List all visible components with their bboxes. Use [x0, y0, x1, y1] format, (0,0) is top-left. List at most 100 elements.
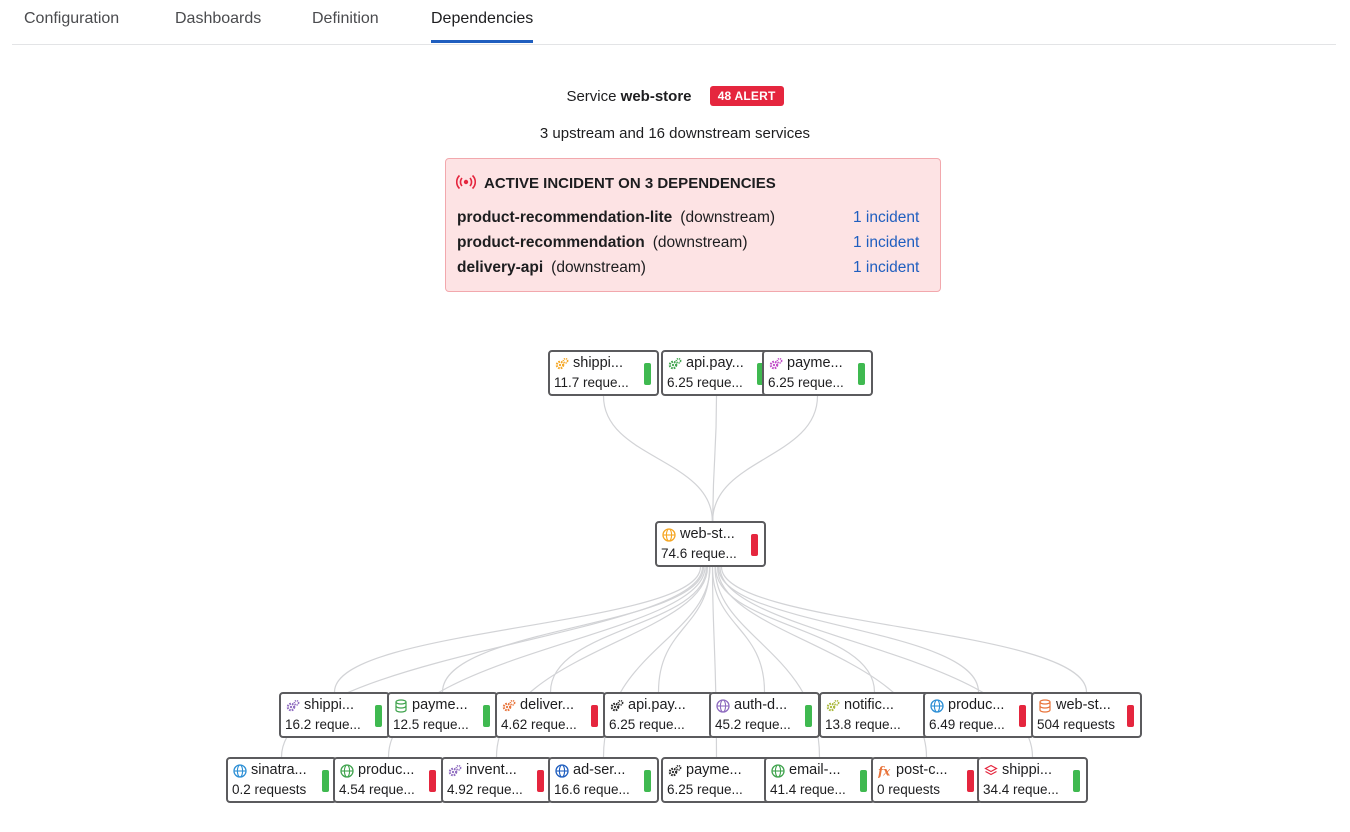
- service-node[interactable]: api.pay... 6.25 reque...: [603, 692, 714, 738]
- service-node[interactable]: shippi... 11.7 reque...: [548, 350, 659, 396]
- service-node-name: payme...: [686, 762, 742, 778]
- gears-icon: [668, 764, 682, 778]
- service-node[interactable]: notific... 13.8 reque...: [819, 692, 930, 738]
- service-node-requests: 41.4 reque...: [770, 782, 846, 797]
- status-ok-indicator: [805, 705, 812, 727]
- service-node[interactable]: sinatra... 0.2 requests: [226, 757, 337, 803]
- globe-icon: [555, 764, 569, 778]
- service-node[interactable]: email-... 41.4 reque...: [764, 757, 875, 803]
- service-node-requests: 16.2 reque...: [285, 717, 361, 732]
- gears-icon: [286, 699, 300, 713]
- status-ok-indicator: [483, 705, 490, 727]
- service-node-name: sinatra...: [251, 762, 307, 778]
- status-alert-indicator: [1127, 705, 1134, 727]
- service-node-name: api.pay...: [628, 697, 686, 713]
- service-node-name: shippi...: [573, 355, 623, 371]
- service-node[interactable]: deliver... 4.62 reque...: [495, 692, 606, 738]
- service-node-requests: 6.25 reque...: [768, 375, 844, 390]
- globe-icon: [662, 528, 676, 542]
- status-ok-indicator: [1073, 770, 1080, 792]
- status-ok-indicator: [858, 363, 865, 385]
- service-node-name: post-c...: [896, 762, 948, 778]
- dependency-edge: [719, 567, 979, 692]
- service-node-name: payme...: [412, 697, 468, 713]
- service-node-requests: 13.8 reque...: [825, 717, 901, 732]
- service-node-requests: 6.25 reque...: [667, 782, 743, 797]
- service-node[interactable]: produc... 4.54 reque...: [333, 757, 444, 803]
- service-node[interactable]: produc... 6.49 reque...: [923, 692, 1034, 738]
- service-node-name: produc...: [948, 697, 1004, 713]
- status-ok-indicator: [860, 770, 867, 792]
- service-node[interactable]: auth-d... 45.2 reque...: [709, 692, 820, 738]
- service-node[interactable]: payme... 12.5 reque...: [387, 692, 498, 738]
- service-node-name: web-st...: [680, 526, 735, 542]
- svg-text:fx: fx: [878, 765, 891, 779]
- service-node[interactable]: payme... 6.25 reque...: [661, 757, 772, 803]
- gears-icon: [555, 357, 569, 371]
- gears-icon: [826, 699, 840, 713]
- service-node-requests: 6.25 reque...: [667, 375, 743, 390]
- service-node-requests: 6.49 reque...: [929, 717, 1005, 732]
- service-node-name: api.pay...: [686, 355, 744, 371]
- service-node-requests: 4.62 reque...: [501, 717, 577, 732]
- service-node-name: auth-d...: [734, 697, 787, 713]
- globe-icon: [771, 764, 785, 778]
- function-icon: fx: [878, 764, 892, 778]
- status-alert-indicator: [967, 770, 974, 792]
- status-alert-indicator: [751, 534, 758, 556]
- service-node-name: produc...: [358, 762, 414, 778]
- service-node-name: payme...: [787, 355, 843, 371]
- status-ok-indicator: [322, 770, 329, 792]
- service-node-requests: 12.5 reque...: [393, 717, 469, 732]
- service-node-name: email-...: [789, 762, 841, 778]
- service-node[interactable]: web-st... 504 requests: [1031, 692, 1142, 738]
- service-node-requests: 34.4 reque...: [983, 782, 1059, 797]
- dependency-edge: [335, 567, 701, 692]
- service-node[interactable]: api.pay... 6.25 reque...: [661, 350, 772, 396]
- service-node-name: web-st...: [1056, 697, 1111, 713]
- service-node[interactable]: web-st... 74.6 reque...: [655, 521, 766, 567]
- layers-icon: [984, 764, 998, 778]
- status-alert-indicator: [1019, 705, 1026, 727]
- globe-icon: [716, 699, 730, 713]
- service-node-name: ad-ser...: [573, 762, 625, 778]
- gears-icon: [610, 699, 624, 713]
- service-node-requests: 6.25 reque...: [609, 717, 685, 732]
- service-node[interactable]: payme... 6.25 reque...: [762, 350, 873, 396]
- globe-icon: [340, 764, 354, 778]
- service-node-requests: 74.6 reque...: [661, 546, 737, 561]
- database-icon: [394, 699, 408, 713]
- status-alert-indicator: [591, 705, 598, 727]
- status-ok-indicator: [644, 363, 651, 385]
- service-node-name: deliver...: [520, 697, 574, 713]
- status-alert-indicator: [537, 770, 544, 792]
- service-node[interactable]: fx post-c... 0 requests: [871, 757, 982, 803]
- service-node[interactable]: invent... 4.92 reque...: [441, 757, 552, 803]
- status-ok-indicator: [375, 705, 382, 727]
- gears-icon: [502, 699, 516, 713]
- database-icon: [1038, 699, 1052, 713]
- service-node-requests: 45.2 reque...: [715, 717, 791, 732]
- service-node[interactable]: shippi... 34.4 reque...: [977, 757, 1088, 803]
- service-node-requests: 16.6 reque...: [554, 782, 630, 797]
- service-node-requests: 4.92 reque...: [447, 782, 523, 797]
- status-ok-indicator: [644, 770, 651, 792]
- service-node[interactable]: ad-ser... 16.6 reque...: [548, 757, 659, 803]
- gears-icon: [668, 357, 682, 371]
- service-node-name: invent...: [466, 762, 517, 778]
- dependency-edge: [604, 396, 713, 521]
- globe-icon: [930, 699, 944, 713]
- gears-icon: [448, 764, 462, 778]
- service-node-requests: 11.7 reque...: [554, 375, 629, 390]
- gears-icon: [769, 357, 783, 371]
- service-node-requests: 504 requests: [1037, 717, 1115, 732]
- status-alert-indicator: [429, 770, 436, 792]
- service-node-requests: 4.54 reque...: [339, 782, 415, 797]
- service-node-requests: 0.2 requests: [232, 782, 306, 797]
- service-node[interactable]: shippi... 16.2 reque...: [279, 692, 390, 738]
- globe-icon: [233, 764, 247, 778]
- dependency-edge: [713, 396, 818, 521]
- dependency-edge: [713, 567, 765, 692]
- dependency-edge: [722, 567, 1087, 692]
- service-node-name: shippi...: [1002, 762, 1052, 778]
